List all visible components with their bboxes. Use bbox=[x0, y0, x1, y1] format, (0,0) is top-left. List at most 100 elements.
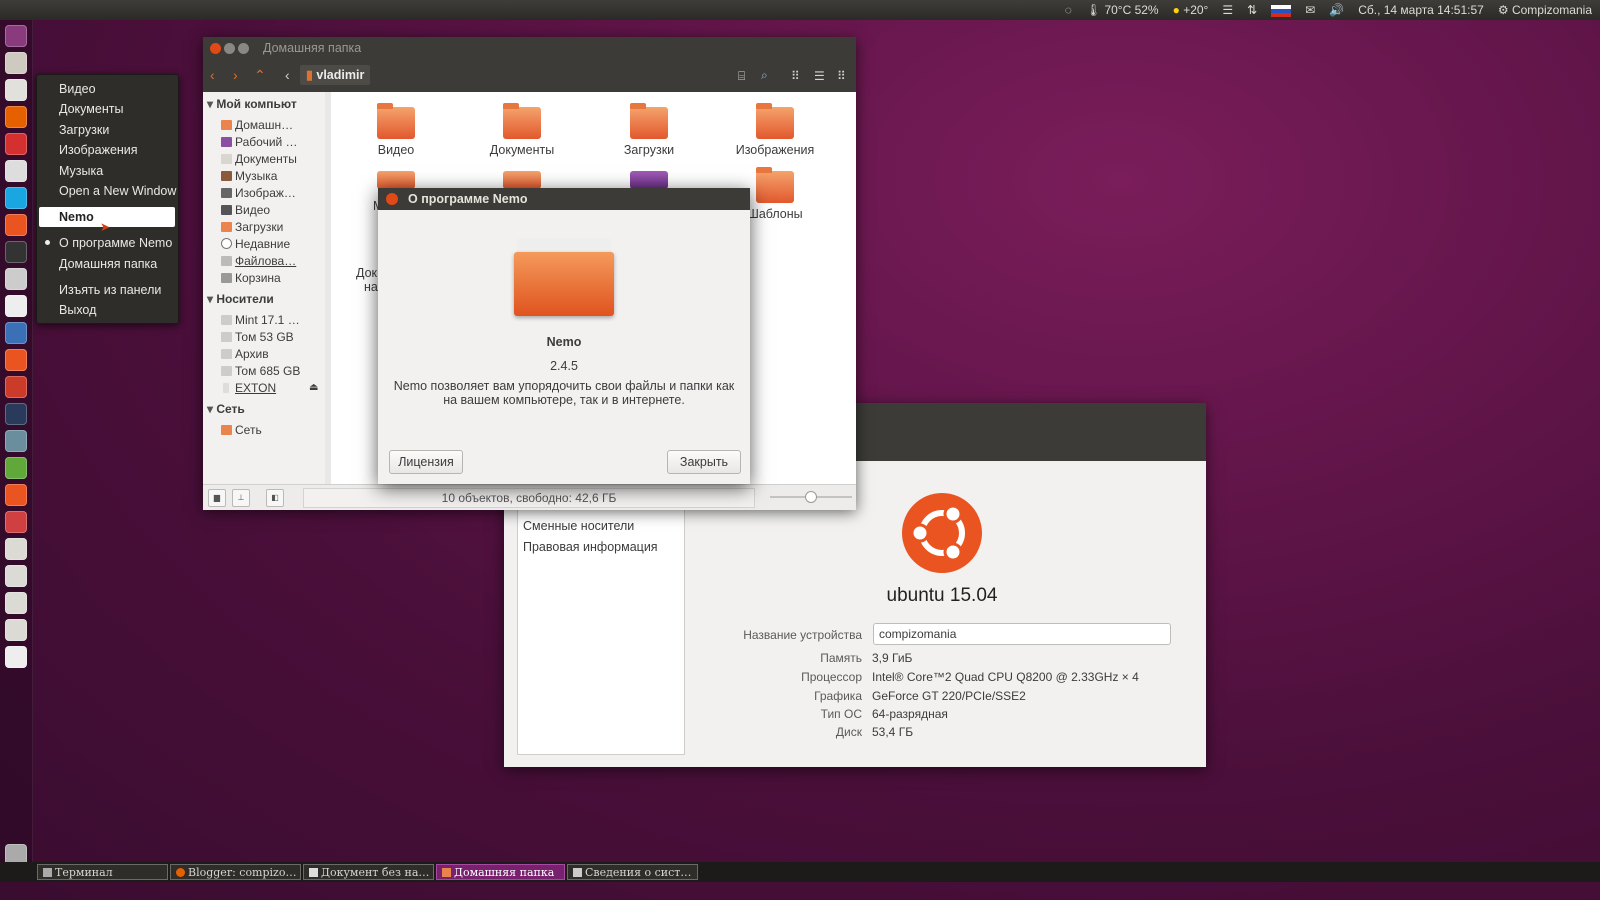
nemo-titlebar[interactable]: Домашняя папка bbox=[203, 37, 856, 59]
gimp-icon[interactable] bbox=[5, 430, 27, 452]
task-system-info[interactable]: Сведения о сист… bbox=[567, 864, 698, 880]
close-button[interactable]: Закрыть bbox=[667, 450, 741, 474]
up-arrow-icon[interactable]: ⌃ bbox=[254, 68, 266, 82]
menu-item-quit[interactable]: Выход bbox=[59, 303, 96, 317]
section-my-computer[interactable]: Мой компьют bbox=[207, 97, 296, 111]
indicator-temperature[interactable]: 🌡 70°C 52% bbox=[1086, 3, 1159, 17]
sidebar-item-recent[interactable]: Недавние bbox=[221, 237, 290, 251]
location-toggle-icon[interactable]: ⌸ bbox=[738, 69, 745, 83]
section-devices[interactable]: Носители bbox=[207, 292, 273, 306]
update-icon[interactable] bbox=[5, 376, 27, 398]
drive-icon[interactable] bbox=[5, 619, 27, 641]
vivaldi-icon[interactable] bbox=[5, 133, 27, 155]
folder-videos[interactable]: Видео bbox=[336, 103, 456, 157]
indicator-weather[interactable]: ● +20° bbox=[1173, 3, 1209, 17]
sidebar-item-removable[interactable]: Сменные носители bbox=[523, 519, 634, 533]
task-terminal[interactable]: Терминал bbox=[37, 864, 168, 880]
close-icon[interactable] bbox=[386, 193, 398, 205]
sidebar-item-vol685[interactable]: Том 685 GB bbox=[221, 364, 300, 378]
music-folder-icon[interactable] bbox=[377, 171, 415, 189]
software-center-icon[interactable] bbox=[5, 214, 27, 236]
menu-item-pictures[interactable]: Изображения bbox=[59, 143, 138, 157]
tree-toggle-icon[interactable]: ⊥ bbox=[232, 489, 250, 507]
screenshot-icon[interactable] bbox=[5, 268, 27, 290]
folder-downloads[interactable]: Загрузки bbox=[589, 103, 709, 157]
about-titlebar[interactable]: О программе Nemo bbox=[378, 188, 750, 210]
menu-item-videos[interactable]: Видео bbox=[59, 82, 96, 96]
sidebar-item-mint[interactable]: Mint 17.1 … bbox=[221, 313, 300, 327]
sidebar-item-archive[interactable]: Архив bbox=[221, 347, 269, 361]
terminal-icon[interactable] bbox=[5, 241, 27, 263]
power-icon[interactable] bbox=[5, 484, 27, 506]
sidebar-item-legal[interactable]: Правовая информация bbox=[523, 540, 658, 554]
text-editor-icon[interactable] bbox=[5, 295, 27, 317]
firefox-icon[interactable] bbox=[5, 106, 27, 128]
sidebar-item-vol53[interactable]: Том 53 GB bbox=[221, 330, 294, 344]
photo-icon[interactable] bbox=[5, 457, 27, 479]
list-view-icon[interactable]: ☰ bbox=[814, 69, 825, 83]
sidebar-item-pictures[interactable]: Изображ… bbox=[221, 186, 296, 200]
skype-icon[interactable] bbox=[5, 187, 27, 209]
drive-icon[interactable] bbox=[5, 565, 27, 587]
unity-tweak-icon[interactable] bbox=[5, 511, 27, 533]
shotwell-icon[interactable] bbox=[5, 403, 27, 425]
sidebar-item-exton[interactable]: EXTON bbox=[221, 381, 276, 395]
section-network[interactable]: Сеть bbox=[207, 402, 244, 416]
menu-item-about-nemo[interactable]: О программе Nemo bbox=[59, 236, 172, 250]
sidebar-item-filesystem[interactable]: Файлова… bbox=[221, 254, 296, 268]
volume-icon[interactable]: 🔊 bbox=[1329, 3, 1344, 17]
indicator-lightbulb-icon[interactable]: ◌ bbox=[1065, 3, 1072, 17]
forward-arrow-icon[interactable]: › bbox=[233, 68, 238, 82]
network-icon[interactable]: ⇅ bbox=[1247, 3, 1257, 17]
path-button-home[interactable]: ▮ vladimir bbox=[300, 65, 371, 85]
menu-item-home-folder[interactable]: Домашняя папка bbox=[59, 257, 157, 271]
dash-icon[interactable] bbox=[5, 25, 27, 47]
sidebar-item-downloads[interactable]: Загрузки bbox=[221, 220, 283, 234]
minimize-button[interactable] bbox=[224, 43, 235, 54]
indicator-menu-icon[interactable]: ☰ bbox=[1222, 3, 1233, 17]
compact-view-icon[interactable]: ⠿ bbox=[837, 69, 846, 83]
drive-icon[interactable] bbox=[5, 538, 27, 560]
menu-item-new-window[interactable]: Open a New Window bbox=[59, 184, 176, 198]
mail-icon[interactable]: ✉ bbox=[1305, 3, 1315, 17]
desktop-folder-icon[interactable] bbox=[630, 171, 668, 189]
sidebar-item-network[interactable]: Сеть bbox=[221, 423, 262, 437]
files-icon[interactable] bbox=[5, 52, 27, 74]
menu-item-music[interactable]: Музыка bbox=[59, 164, 103, 178]
clock[interactable]: Сб., 14 марта 14:51:57 bbox=[1358, 3, 1484, 17]
back-arrow-icon[interactable]: ‹ bbox=[210, 68, 215, 82]
task-home-folder[interactable]: Домашняя папка bbox=[436, 864, 565, 880]
search-icon[interactable]: ⌕ bbox=[761, 68, 768, 82]
maximize-button[interactable] bbox=[238, 43, 249, 54]
sidebar-item-home[interactable]: Домашн… bbox=[221, 118, 293, 132]
public-folder-icon[interactable] bbox=[503, 171, 541, 189]
document-icon[interactable] bbox=[5, 79, 27, 101]
close-button[interactable] bbox=[210, 43, 221, 54]
session-menu[interactable]: ⚙ Compizomania bbox=[1498, 3, 1592, 17]
settings-icon[interactable] bbox=[5, 349, 27, 371]
chromium-icon[interactable] bbox=[5, 322, 27, 344]
device-name-input[interactable] bbox=[873, 623, 1171, 645]
task-document[interactable]: Документ без на… bbox=[303, 864, 434, 880]
sidebar-item-documents[interactable]: Документы bbox=[221, 152, 297, 166]
sidebar-scrollbar[interactable] bbox=[325, 92, 331, 484]
menu-item-documents[interactable]: Документы bbox=[59, 102, 123, 116]
menu-item-downloads[interactable]: Загрузки bbox=[59, 123, 109, 137]
menu-item-unlock-from-launcher[interactable]: Изъять из панели bbox=[59, 283, 161, 297]
mail-icon[interactable] bbox=[5, 160, 27, 182]
zoom-slider-handle[interactable] bbox=[805, 491, 817, 503]
sidebar-item-trash[interactable]: Корзина bbox=[221, 271, 281, 285]
usb-drive-icon[interactable] bbox=[5, 646, 27, 668]
sidebar-item-music[interactable]: Музыка bbox=[221, 169, 277, 183]
path-left-chevron-icon[interactable]: ‹ bbox=[285, 68, 290, 82]
folder-documents[interactable]: Документы bbox=[462, 103, 582, 157]
folder-pictures[interactable]: Изображения bbox=[715, 103, 835, 157]
places-toggle-icon[interactable]: ▆ bbox=[208, 489, 226, 507]
sidebar-item-desktop[interactable]: Рабочий … bbox=[221, 135, 298, 149]
sidebar-item-videos[interactable]: Видео bbox=[221, 203, 270, 217]
sidebar-toggle-icon[interactable]: ◧ bbox=[266, 489, 284, 507]
icon-view-icon[interactable]: ⠿ bbox=[791, 69, 800, 83]
keyboard-layout-flag-icon[interactable] bbox=[1271, 3, 1292, 17]
drive-icon[interactable] bbox=[5, 592, 27, 614]
eject-icon[interactable]: ⏏ bbox=[309, 382, 318, 393]
